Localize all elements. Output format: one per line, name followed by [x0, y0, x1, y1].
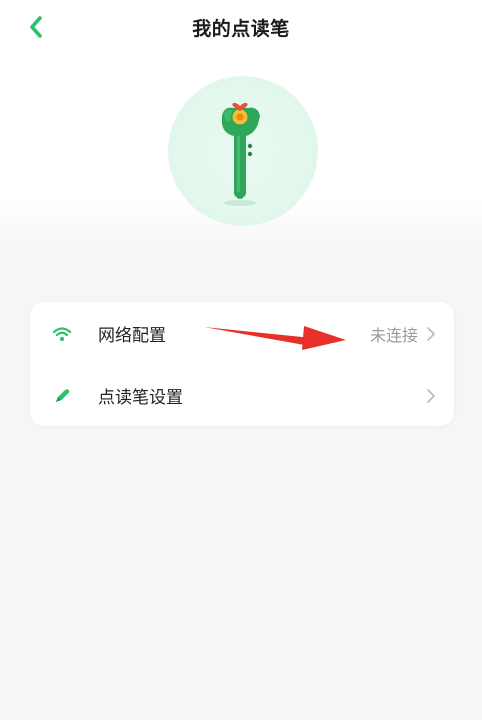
chevron-right-icon	[427, 327, 435, 341]
connection-status: 未连接	[369, 326, 418, 345]
pen-settings-label: 点读笔设置	[98, 388, 183, 408]
wifi-icon	[52, 327, 72, 342]
page-title: 我的点读笔	[192, 18, 290, 40]
nav-bar: 我的点读笔	[0, 0, 482, 56]
network-config-label: 网络配置	[98, 326, 166, 346]
reading-pen-image	[222, 102, 260, 206]
pen-settings-row[interactable]: 点读笔设置	[30, 364, 454, 426]
settings-card: 网络配置 未连接 点读笔设置	[30, 302, 454, 426]
network-config-row[interactable]: 网络配置 未连接	[30, 302, 454, 364]
chevron-right-icon	[427, 389, 435, 403]
pen-icon	[56, 389, 70, 402]
pen-hero	[168, 76, 318, 226]
